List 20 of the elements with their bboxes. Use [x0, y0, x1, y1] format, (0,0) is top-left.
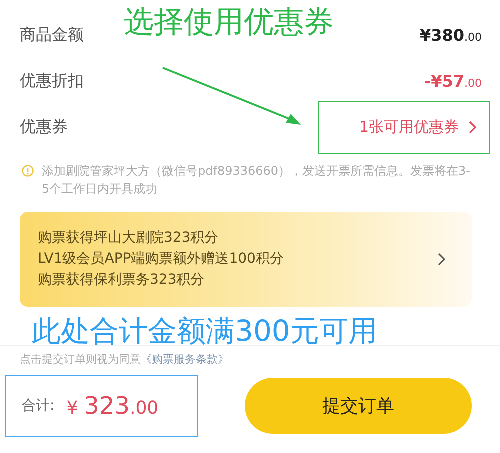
coupon-selector[interactable]: 1张可用优惠券	[359, 118, 477, 136]
price-value: -¥57.00	[424, 72, 482, 90]
points-line: 购票获得保利票务323积分	[38, 271, 206, 290]
terms-text: 点击提交订单则视为同意	[20, 352, 141, 367]
total-label: 合计:	[22, 397, 55, 415]
annotation-heading: 选择使用优惠券	[124, 4, 334, 42]
price-value: ¥380.00	[420, 26, 482, 44]
points-card[interactable]: 购票获得坪山大剧院323积分 LV1级会员APP端购票额外赠送100积分 购票获得保利票务323积分	[20, 212, 472, 307]
points-line: 购票获得坪山大剧院323积分	[38, 229, 220, 248]
annotation-note: 此处合计金额满300元可用	[31, 313, 378, 349]
row-label: 商品金额	[20, 24, 84, 46]
row-label: 优惠券	[20, 116, 68, 138]
total-amount: ¥ 323.00	[66, 392, 159, 420]
row-label: 优惠折扣	[20, 70, 84, 92]
points-line: LV1级会员APP端购票额外赠送100积分	[38, 250, 284, 269]
chevron-icon	[469, 120, 477, 134]
submit-button[interactable]: 提交订单	[245, 378, 472, 434]
info-icon	[22, 165, 34, 177]
notice-text: 添加剧院管家坪大方（微信号pdf89336660），发送开票所需信息。发票将在3-5个工作日内开具成功	[42, 163, 472, 198]
chevron-icon	[438, 253, 446, 266]
